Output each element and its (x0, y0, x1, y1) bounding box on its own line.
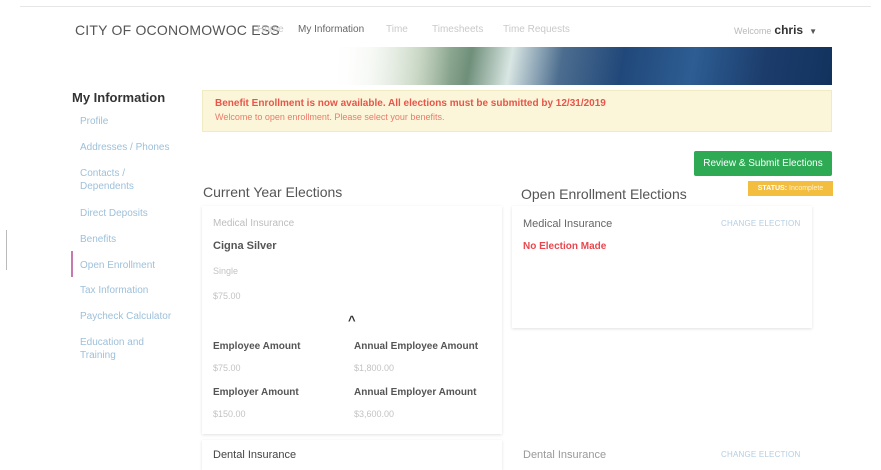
alert-headline: Benefit Enrollment is now available. All… (215, 98, 606, 109)
sidebar-item-contacts-dependents[interactable]: Contacts / Dependents (80, 167, 150, 193)
annual-employee-amount-label: Annual Employee Amount (354, 341, 479, 352)
open-medical-category: Medical Insurance (523, 218, 613, 230)
nav-my-information[interactable]: My Information (298, 24, 364, 35)
chevron-up-icon[interactable]: ^ (348, 313, 356, 328)
employer-amount-value: $150.00 (213, 409, 246, 419)
current-dental-category: Dental Insurance (213, 449, 297, 461)
sidebar-title: My Information (72, 90, 166, 105)
review-submit-button[interactable]: Review & Submit Elections (694, 151, 832, 176)
current-medical-category: Medical Insurance (213, 218, 295, 229)
employee-amount-label: Employee Amount (213, 341, 301, 352)
caret-down-icon: ▼ (809, 27, 818, 36)
sidebar-item-education-training[interactable]: Education and Training (80, 336, 160, 362)
sidebar-item-open-enrollment[interactable]: Open Enrollment (80, 259, 180, 272)
open-medical-card: Medical Insurance CHANGE ELECTION No Ele… (512, 206, 812, 328)
change-election-medical-link[interactable]: CHANGE ELECTION (721, 219, 800, 228)
status-label: STATUS: (757, 185, 788, 192)
nav-time-requests[interactable]: Time Requests (503, 24, 570, 35)
status-badge: STATUS: Incomplete (748, 181, 833, 196)
current-medical-coverage: Single (213, 266, 239, 276)
open-dental-category: Dental Insurance (523, 449, 607, 461)
site-brand[interactable]: CITY OF OCONOMOWOC ESS (75, 22, 280, 38)
sidebar-item-addresses-phones[interactable]: Addresses / Phones (80, 141, 180, 154)
status-value: Incomplete (789, 185, 824, 192)
employer-amount-label: Employer Amount (213, 387, 299, 398)
nav-timesheets[interactable]: Timesheets (432, 24, 483, 35)
employee-amount-value: $75.00 (213, 363, 241, 373)
annual-employer-amount-label: Annual Employer Amount (354, 387, 477, 398)
nav-home[interactable]: Home (257, 24, 284, 35)
current-medical-plan: Cigna Silver (213, 240, 277, 252)
current-medical-card: Medical Insurance Cigna Silver Single $7… (202, 206, 502, 434)
current-medical-cost: $75.00 (213, 291, 241, 301)
sidebar-item-paycheck-calculator[interactable]: Paycheck Calculator (80, 310, 180, 323)
sidebar-item-tax-information[interactable]: Tax Information (80, 284, 180, 297)
open-elections-heading: Open Enrollment Elections (521, 186, 687, 202)
current-dental-card: Dental Insurance (202, 440, 502, 470)
enrollment-alert: Benefit Enrollment is now available. All… (202, 90, 832, 132)
header-banner-image (330, 47, 832, 85)
nav-time[interactable]: Time (386, 24, 408, 35)
sidebar-item-benefits[interactable]: Benefits (80, 233, 180, 246)
annual-employer-amount-value: $3,600.00 (354, 409, 395, 419)
alert-message: Welcome to open enrollment. Please selec… (215, 112, 445, 122)
sidebar-item-direct-deposits[interactable]: Direct Deposits (80, 207, 180, 220)
open-medical-election-status: No Election Made (523, 241, 607, 252)
change-election-dental-link[interactable]: CHANGE ELECTION (721, 450, 800, 459)
user-name: chris (774, 23, 804, 37)
left-frame-line (6, 230, 7, 270)
sidebar-active-indicator (71, 251, 73, 277)
sidebar-item-profile[interactable]: Profile (80, 115, 180, 128)
current-elections-heading: Current Year Elections (203, 184, 343, 200)
user-greeting: Welcome (734, 26, 772, 36)
annual-employee-amount-value: $1,800.00 (354, 363, 395, 373)
user-menu[interactable]: Welcome chris ▼ (734, 23, 817, 37)
